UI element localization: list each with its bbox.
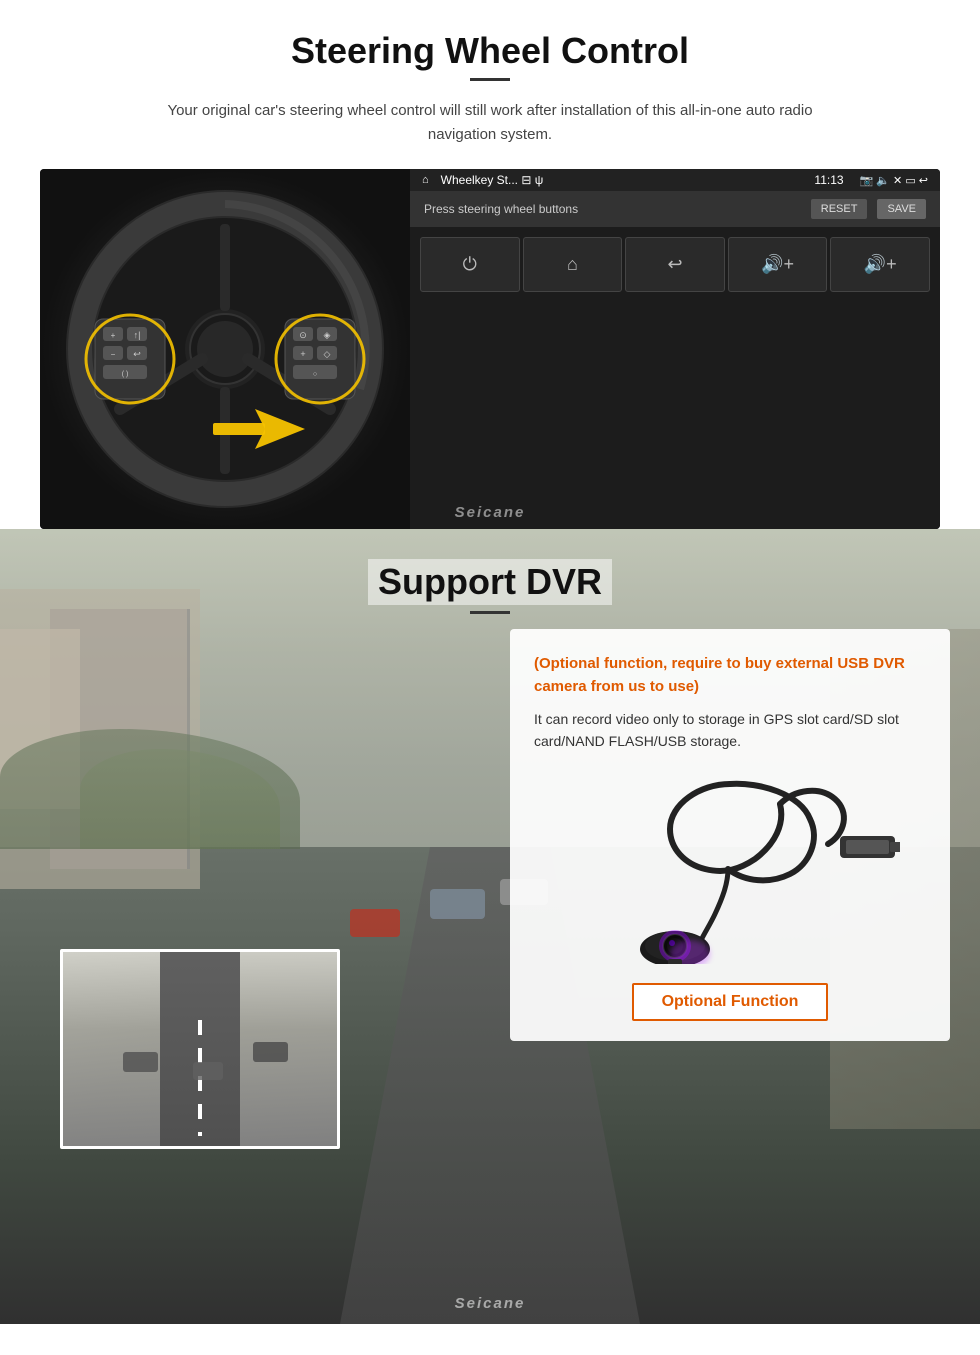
optional-function-badge[interactable]: Optional Function — [632, 983, 829, 1021]
dvr-title-divider — [470, 611, 510, 614]
dvr-optional-note: (Optional function, require to buy exter… — [534, 653, 926, 698]
bottom-bar — [0, 1324, 980, 1354]
svg-text:↑|: ↑| — [134, 330, 141, 340]
dvr-thumbnail-image — [60, 949, 340, 1149]
power-button[interactable]: ⏻ — [420, 237, 520, 292]
seicane-watermark-dvr: Seicane — [455, 1295, 526, 1312]
android-statusbar: ⌂ Wheelkey St... ⊟ ψ 11:13 📷 🔈 ✕ ▭ ↩ — [410, 169, 940, 191]
dvr-title: Support DVR — [368, 559, 612, 605]
steering-title: Steering Wheel Control — [40, 30, 940, 72]
optional-badge-container: Optional Function — [534, 983, 926, 1021]
svg-text:( ): ( ) — [122, 371, 129, 378]
steering-title-divider — [470, 78, 510, 81]
svg-text:○: ○ — [313, 371, 317, 378]
svg-text:+: + — [300, 349, 305, 359]
dvr-section: Support DVR (Optional function, require … — [0, 529, 980, 1324]
status-icons: 📷 🔈 ✕ ▭ ↩ — [860, 174, 928, 187]
home-button[interactable]: ⌂ — [523, 237, 623, 292]
home-icon: ⌂ — [422, 174, 429, 186]
svg-text:+: + — [111, 331, 116, 340]
dvr-description: It can record video only to storage in G… — [534, 708, 926, 753]
steering-section: Steering Wheel Control Your original car… — [0, 0, 980, 529]
dvr-info-card: (Optional function, require to buy exter… — [510, 629, 950, 1041]
vol-up-button[interactable]: 🔊+ — [728, 237, 828, 292]
press-buttons-label: Press steering wheel buttons — [424, 202, 801, 216]
steering-buttons-grid: ⏻ ⌂ ↩ 🔊+ 🔊+ — [410, 227, 940, 529]
dvr-title-area: Support DVR — [0, 529, 980, 614]
time-label: 11:13 — [814, 173, 843, 187]
back-button[interactable]: ↩ — [625, 237, 725, 292]
svg-text:−: − — [111, 350, 116, 359]
reset-button[interactable]: RESET — [811, 199, 868, 219]
android-screen: ⌂ Wheelkey St... ⊟ ψ 11:13 📷 🔈 ✕ ▭ ↩ Pre… — [410, 169, 940, 529]
svg-text:↩: ↩ — [133, 349, 141, 359]
svg-text:◈: ◈ — [324, 330, 331, 340]
save-button[interactable]: SAVE — [877, 199, 926, 219]
steering-composite-image: + ↑| − ↩ ( ) ⊙ ◈ + ◇ ○ — [40, 169, 940, 529]
steering-wheel-svg: + ↑| − ↩ ( ) ⊙ ◈ + ◇ ○ — [65, 189, 385, 509]
vol-up-2-button[interactable]: 🔊+ — [830, 237, 930, 292]
steering-subtitle: Your original car's steering wheel contr… — [140, 99, 840, 147]
steering-wheel-photo: + ↑| − ↩ ( ) ⊙ ◈ + ◇ ○ — [40, 169, 410, 529]
svg-text:⊙: ⊙ — [299, 330, 307, 340]
android-header-bar: Press steering wheel buttons RESET SAVE — [410, 191, 940, 227]
dvr-product-image — [534, 769, 926, 969]
svg-text:◇: ◇ — [324, 349, 331, 359]
app-name-label: Wheelkey St... ⊟ ψ — [441, 173, 807, 187]
seicane-watermark-steering: Seicane — [455, 504, 526, 521]
dvr-camera-drawing — [560, 774, 900, 964]
